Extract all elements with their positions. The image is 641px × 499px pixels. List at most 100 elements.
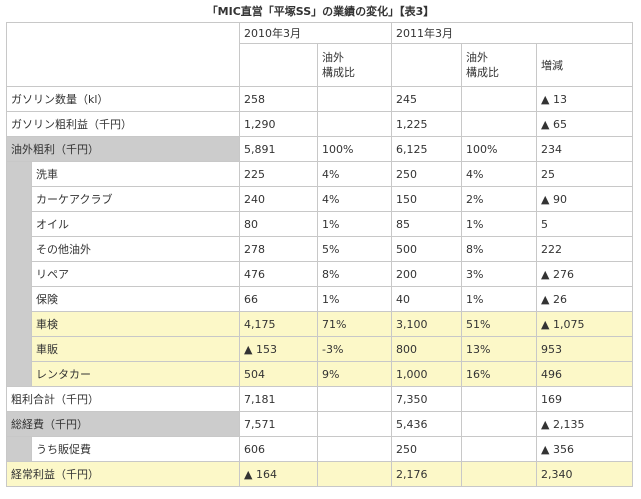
cell-ratio-2011	[461, 436, 537, 462]
row-label: レンタカー	[31, 361, 240, 387]
header-year-2011: 2011年3月	[391, 22, 633, 44]
header-ratio-2011: 油外 構成比	[461, 43, 537, 87]
header-corner	[6, 22, 240, 87]
cell-value-2010: 504	[239, 361, 318, 387]
cell-diff: ▲ 2,135	[536, 411, 633, 437]
cell-ratio-2011: 51%	[461, 311, 537, 337]
cell-value-2011: 150	[391, 186, 462, 212]
cell-value-2010: 4,175	[239, 311, 318, 337]
cell-ratio-2011	[461, 386, 537, 412]
row-label: 総経費（千円）	[6, 411, 240, 437]
cell-value-2011: 6,125	[391, 136, 462, 162]
cell-value-2011: 7,350	[391, 386, 462, 412]
row-label: オイル	[31, 211, 240, 237]
cell-ratio-2011	[461, 86, 537, 112]
cell-diff: 222	[536, 236, 633, 262]
cell-ratio-2011: 13%	[461, 336, 537, 362]
cell-value-2011: 5,436	[391, 411, 462, 437]
row-label: 洗車	[31, 161, 240, 187]
cell-ratio-2010: -3%	[317, 336, 392, 362]
header-value-2010	[239, 43, 318, 87]
indent-column	[6, 436, 32, 462]
row-label: 車検	[31, 311, 240, 337]
cell-ratio-2011	[461, 111, 537, 137]
cell-diff: 953	[536, 336, 633, 362]
row-label: カーケアクラブ	[31, 186, 240, 212]
cell-ratio-2011: 1%	[461, 286, 537, 312]
cell-value-2010: 278	[239, 236, 318, 262]
cell-diff: ▲ 276	[536, 261, 633, 287]
header-ratio-2010: 油外 構成比	[317, 43, 392, 87]
cell-value-2011: 800	[391, 336, 462, 362]
cell-ratio-2011: 3%	[461, 261, 537, 287]
cell-value-2010: ▲ 164	[239, 461, 318, 487]
cell-value-2010: 606	[239, 436, 318, 462]
cell-diff: 2,340	[536, 461, 633, 487]
table-row: うち販促費 606 250 ▲ 356	[6, 436, 633, 462]
cell-ratio-2011	[461, 411, 537, 437]
row-label: うち販促費	[31, 436, 240, 462]
cell-ratio-2011: 2%	[461, 186, 537, 212]
cell-diff: ▲ 13	[536, 86, 633, 112]
table-row: 油外粗利（千円） 5,891 100% 6,125 100% 234	[6, 136, 633, 162]
cell-value-2011: 250	[391, 436, 462, 462]
cell-ratio-2010: 1%	[317, 286, 392, 312]
cell-value-2010: 7,181	[239, 386, 318, 412]
cell-value-2010: 66	[239, 286, 318, 312]
header-ratio-2011-line1: 油外	[466, 51, 488, 64]
cell-ratio-2010: 71%	[317, 311, 392, 337]
cell-value-2011: 1,000	[391, 361, 462, 387]
cell-value-2011: 2,176	[391, 461, 462, 487]
header-ratio-2011-line2: 構成比	[466, 66, 499, 79]
cell-ratio-2010: 9%	[317, 361, 392, 387]
cell-value-2010: 225	[239, 161, 318, 187]
cell-value-2010: 1,290	[239, 111, 318, 137]
indent-column	[6, 161, 32, 387]
cell-ratio-2011: 1%	[461, 211, 537, 237]
cell-ratio-2010: 8%	[317, 261, 392, 287]
cell-value-2010: 476	[239, 261, 318, 287]
cell-diff: 25	[536, 161, 633, 187]
header-year-2010: 2010年3月	[239, 22, 392, 44]
cell-ratio-2010: 5%	[317, 236, 392, 262]
cell-value-2011: 3,100	[391, 311, 462, 337]
table-row-highlight: 経常利益（千円） ▲ 164 2,176 2,340	[6, 461, 633, 487]
row-label: 車販	[31, 336, 240, 362]
cell-value-2011: 245	[391, 86, 462, 112]
table-row: オイル 80 1% 85 1% 5	[7, 211, 633, 237]
cell-diff: 496	[536, 361, 633, 387]
cell-ratio-2011: 8%	[461, 236, 537, 262]
row-label: 粗利合計（千円）	[6, 386, 240, 412]
header-ratio-2010-line2: 構成比	[322, 66, 355, 79]
cell-diff: 5	[536, 211, 633, 237]
cell-diff: ▲ 356	[536, 436, 633, 462]
cell-value-2010: 5,891	[239, 136, 318, 162]
cell-ratio-2010: 1%	[317, 211, 392, 237]
header-value-2011	[391, 43, 462, 87]
cell-value-2011: 500	[391, 236, 462, 262]
row-label: ガソリン数量（kl）	[6, 86, 240, 112]
cell-diff: ▲ 1,075	[536, 311, 633, 337]
cell-ratio-2010	[317, 386, 392, 412]
table-row-highlight: 車検 4,175 71% 3,100 51% ▲ 1,075	[7, 311, 633, 337]
cell-value-2011: 85	[391, 211, 462, 237]
table-row: 洗車 225 4% 250 4% 25	[6, 161, 633, 387]
table-row: 保険 66 1% 40 1% ▲ 26	[7, 286, 633, 312]
cell-ratio-2010	[317, 436, 392, 462]
page: 「MIC直営「平塚SS」の業績の変化」【表3】 2010年3月 2011年3月 …	[0, 0, 641, 499]
cell-diff: 234	[536, 136, 633, 162]
cell-value-2010: 80	[239, 211, 318, 237]
cell-value-2011: 40	[391, 286, 462, 312]
table-row: 粗利合計（千円） 7,181 7,350 169	[6, 386, 633, 412]
table-row: ガソリン粗利益（千円） 1,290 1,225 ▲ 65	[6, 111, 633, 137]
row-label: 経常利益（千円）	[6, 461, 240, 487]
table-row: カーケアクラブ 240 4% 150 2% ▲ 90	[7, 186, 633, 212]
table-row-highlight: レンタカー 504 9% 1,000 16% 496	[7, 361, 633, 387]
header-row-years: 2010年3月 2011年3月	[6, 22, 633, 87]
cell-ratio-2011	[461, 461, 537, 487]
row-label: リペア	[31, 261, 240, 287]
performance-table: 2010年3月 2011年3月 油外 構成比 油外 構成比 増減 ガソリン数量（kl…	[6, 22, 633, 487]
cell-value-2011: 200	[391, 261, 462, 287]
header-diff: 増減	[536, 43, 633, 87]
cell-ratio-2010: 4%	[317, 186, 392, 212]
